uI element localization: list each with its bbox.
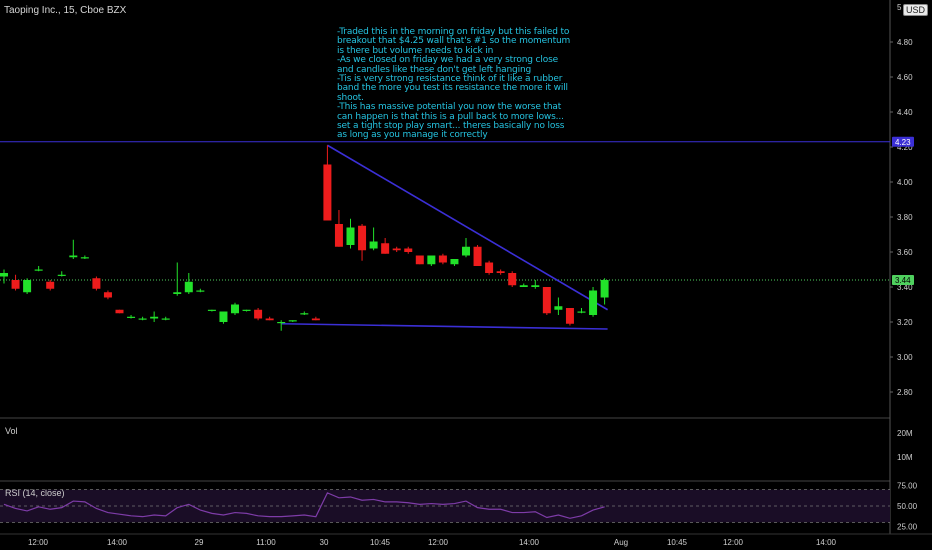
candle[interactable] bbox=[173, 292, 182, 294]
price-tick-label: 4.00 bbox=[897, 178, 913, 187]
candle[interactable] bbox=[311, 318, 320, 321]
candle[interactable] bbox=[161, 318, 170, 320]
candle[interactable] bbox=[242, 309, 251, 311]
candle[interactable] bbox=[115, 309, 124, 314]
price-tick-label: 3.00 bbox=[897, 353, 913, 362]
candle[interactable] bbox=[196, 290, 205, 292]
candle[interactable] bbox=[485, 262, 494, 274]
candle[interactable] bbox=[404, 248, 413, 253]
candle[interactable] bbox=[0, 273, 8, 277]
currency-badge[interactable]: USD bbox=[903, 4, 929, 16]
price-tick-label: 3.20 bbox=[897, 318, 913, 327]
candle[interactable] bbox=[542, 287, 551, 314]
candle[interactable] bbox=[519, 285, 528, 287]
time-tick-label: 30 bbox=[320, 538, 329, 547]
candle[interactable] bbox=[23, 280, 32, 293]
rsi-tick-label: 25.00 bbox=[897, 523, 918, 532]
candle[interactable] bbox=[450, 259, 459, 265]
candle[interactable] bbox=[346, 227, 355, 246]
candle[interactable] bbox=[369, 241, 378, 249]
candle[interactable] bbox=[219, 311, 228, 323]
candle[interactable] bbox=[254, 309, 263, 319]
candle[interactable] bbox=[103, 292, 112, 298]
candle[interactable] bbox=[92, 278, 101, 289]
candle[interactable] bbox=[138, 318, 147, 320]
time-tick-label: 12:00 bbox=[28, 538, 49, 547]
candle[interactable] bbox=[288, 320, 297, 322]
volume-pane-label[interactable]: Vol bbox=[5, 426, 18, 436]
time-tick-label: 12:00 bbox=[723, 538, 744, 547]
time-tick-label: 14:00 bbox=[816, 538, 837, 547]
price-tick-label: 4.60 bbox=[897, 73, 913, 82]
candle[interactable] bbox=[57, 274, 66, 276]
candle[interactable] bbox=[300, 313, 309, 315]
volume-tick-label: 20M bbox=[897, 429, 913, 438]
candle[interactable] bbox=[438, 255, 447, 263]
time-tick-label: 10:45 bbox=[667, 538, 688, 547]
candle[interactable] bbox=[531, 285, 540, 287]
time-tick-label: 10:45 bbox=[370, 538, 391, 547]
candle[interactable] bbox=[554, 306, 563, 310]
candle[interactable] bbox=[462, 246, 470, 256]
candle[interactable] bbox=[265, 318, 274, 321]
candle[interactable] bbox=[358, 225, 367, 251]
candle[interactable] bbox=[80, 257, 89, 259]
time-tick-label: 14:00 bbox=[107, 538, 128, 547]
price-tick-label: 3.80 bbox=[897, 213, 913, 222]
candle[interactable] bbox=[127, 316, 136, 318]
candle[interactable] bbox=[473, 246, 482, 266]
candle[interactable] bbox=[334, 224, 343, 247]
volume-tick-label: 10M bbox=[897, 453, 913, 462]
candle[interactable] bbox=[184, 281, 193, 293]
candle[interactable] bbox=[381, 243, 390, 254]
time-tick-label: 14:00 bbox=[519, 538, 540, 547]
candle[interactable] bbox=[207, 309, 216, 311]
candle[interactable] bbox=[600, 280, 609, 298]
candle[interactable] bbox=[69, 255, 78, 258]
candle[interactable] bbox=[392, 248, 401, 251]
candle[interactable] bbox=[508, 273, 517, 286]
candle[interactable] bbox=[231, 304, 239, 314]
candle[interactable] bbox=[415, 255, 424, 265]
candle[interactable] bbox=[496, 271, 505, 273]
price-tick-label: 3.60 bbox=[897, 248, 913, 257]
current-price-label: 3.44 bbox=[895, 276, 911, 285]
time-tick-label: Aug bbox=[614, 538, 628, 547]
candle[interactable] bbox=[427, 255, 436, 265]
candle[interactable] bbox=[46, 281, 55, 289]
time-tick-label: 12:00 bbox=[428, 538, 449, 547]
time-tick-label: 11:00 bbox=[256, 538, 276, 547]
symbol-title[interactable]: Taoping Inc., 15, Cboe BZX bbox=[4, 5, 126, 16]
candle[interactable] bbox=[589, 290, 598, 316]
rsi-pane-label[interactable]: RSI (14, close) bbox=[5, 488, 65, 498]
price-tick-label: 5 bbox=[897, 3, 902, 12]
price-tick-label: 4.40 bbox=[897, 108, 913, 117]
candle[interactable] bbox=[11, 280, 20, 289]
candle[interactable] bbox=[577, 311, 586, 313]
price-tick-label: 4.80 bbox=[897, 38, 913, 47]
annotation-note[interactable]: -Traded this in the morning on friday bu… bbox=[337, 27, 572, 141]
rsi-tick-label: 50.00 bbox=[897, 502, 918, 511]
rsi-tick-label: 75.00 bbox=[897, 482, 918, 491]
time-tick-label: 29 bbox=[195, 538, 204, 547]
price-tick-label: 2.80 bbox=[897, 388, 913, 397]
candle[interactable] bbox=[150, 316, 159, 319]
resistance-price-label: 4.23 bbox=[895, 138, 911, 147]
candle[interactable] bbox=[565, 308, 574, 324]
candle[interactable] bbox=[34, 269, 43, 271]
candle[interactable] bbox=[277, 322, 286, 324]
candle[interactable] bbox=[323, 164, 332, 221]
